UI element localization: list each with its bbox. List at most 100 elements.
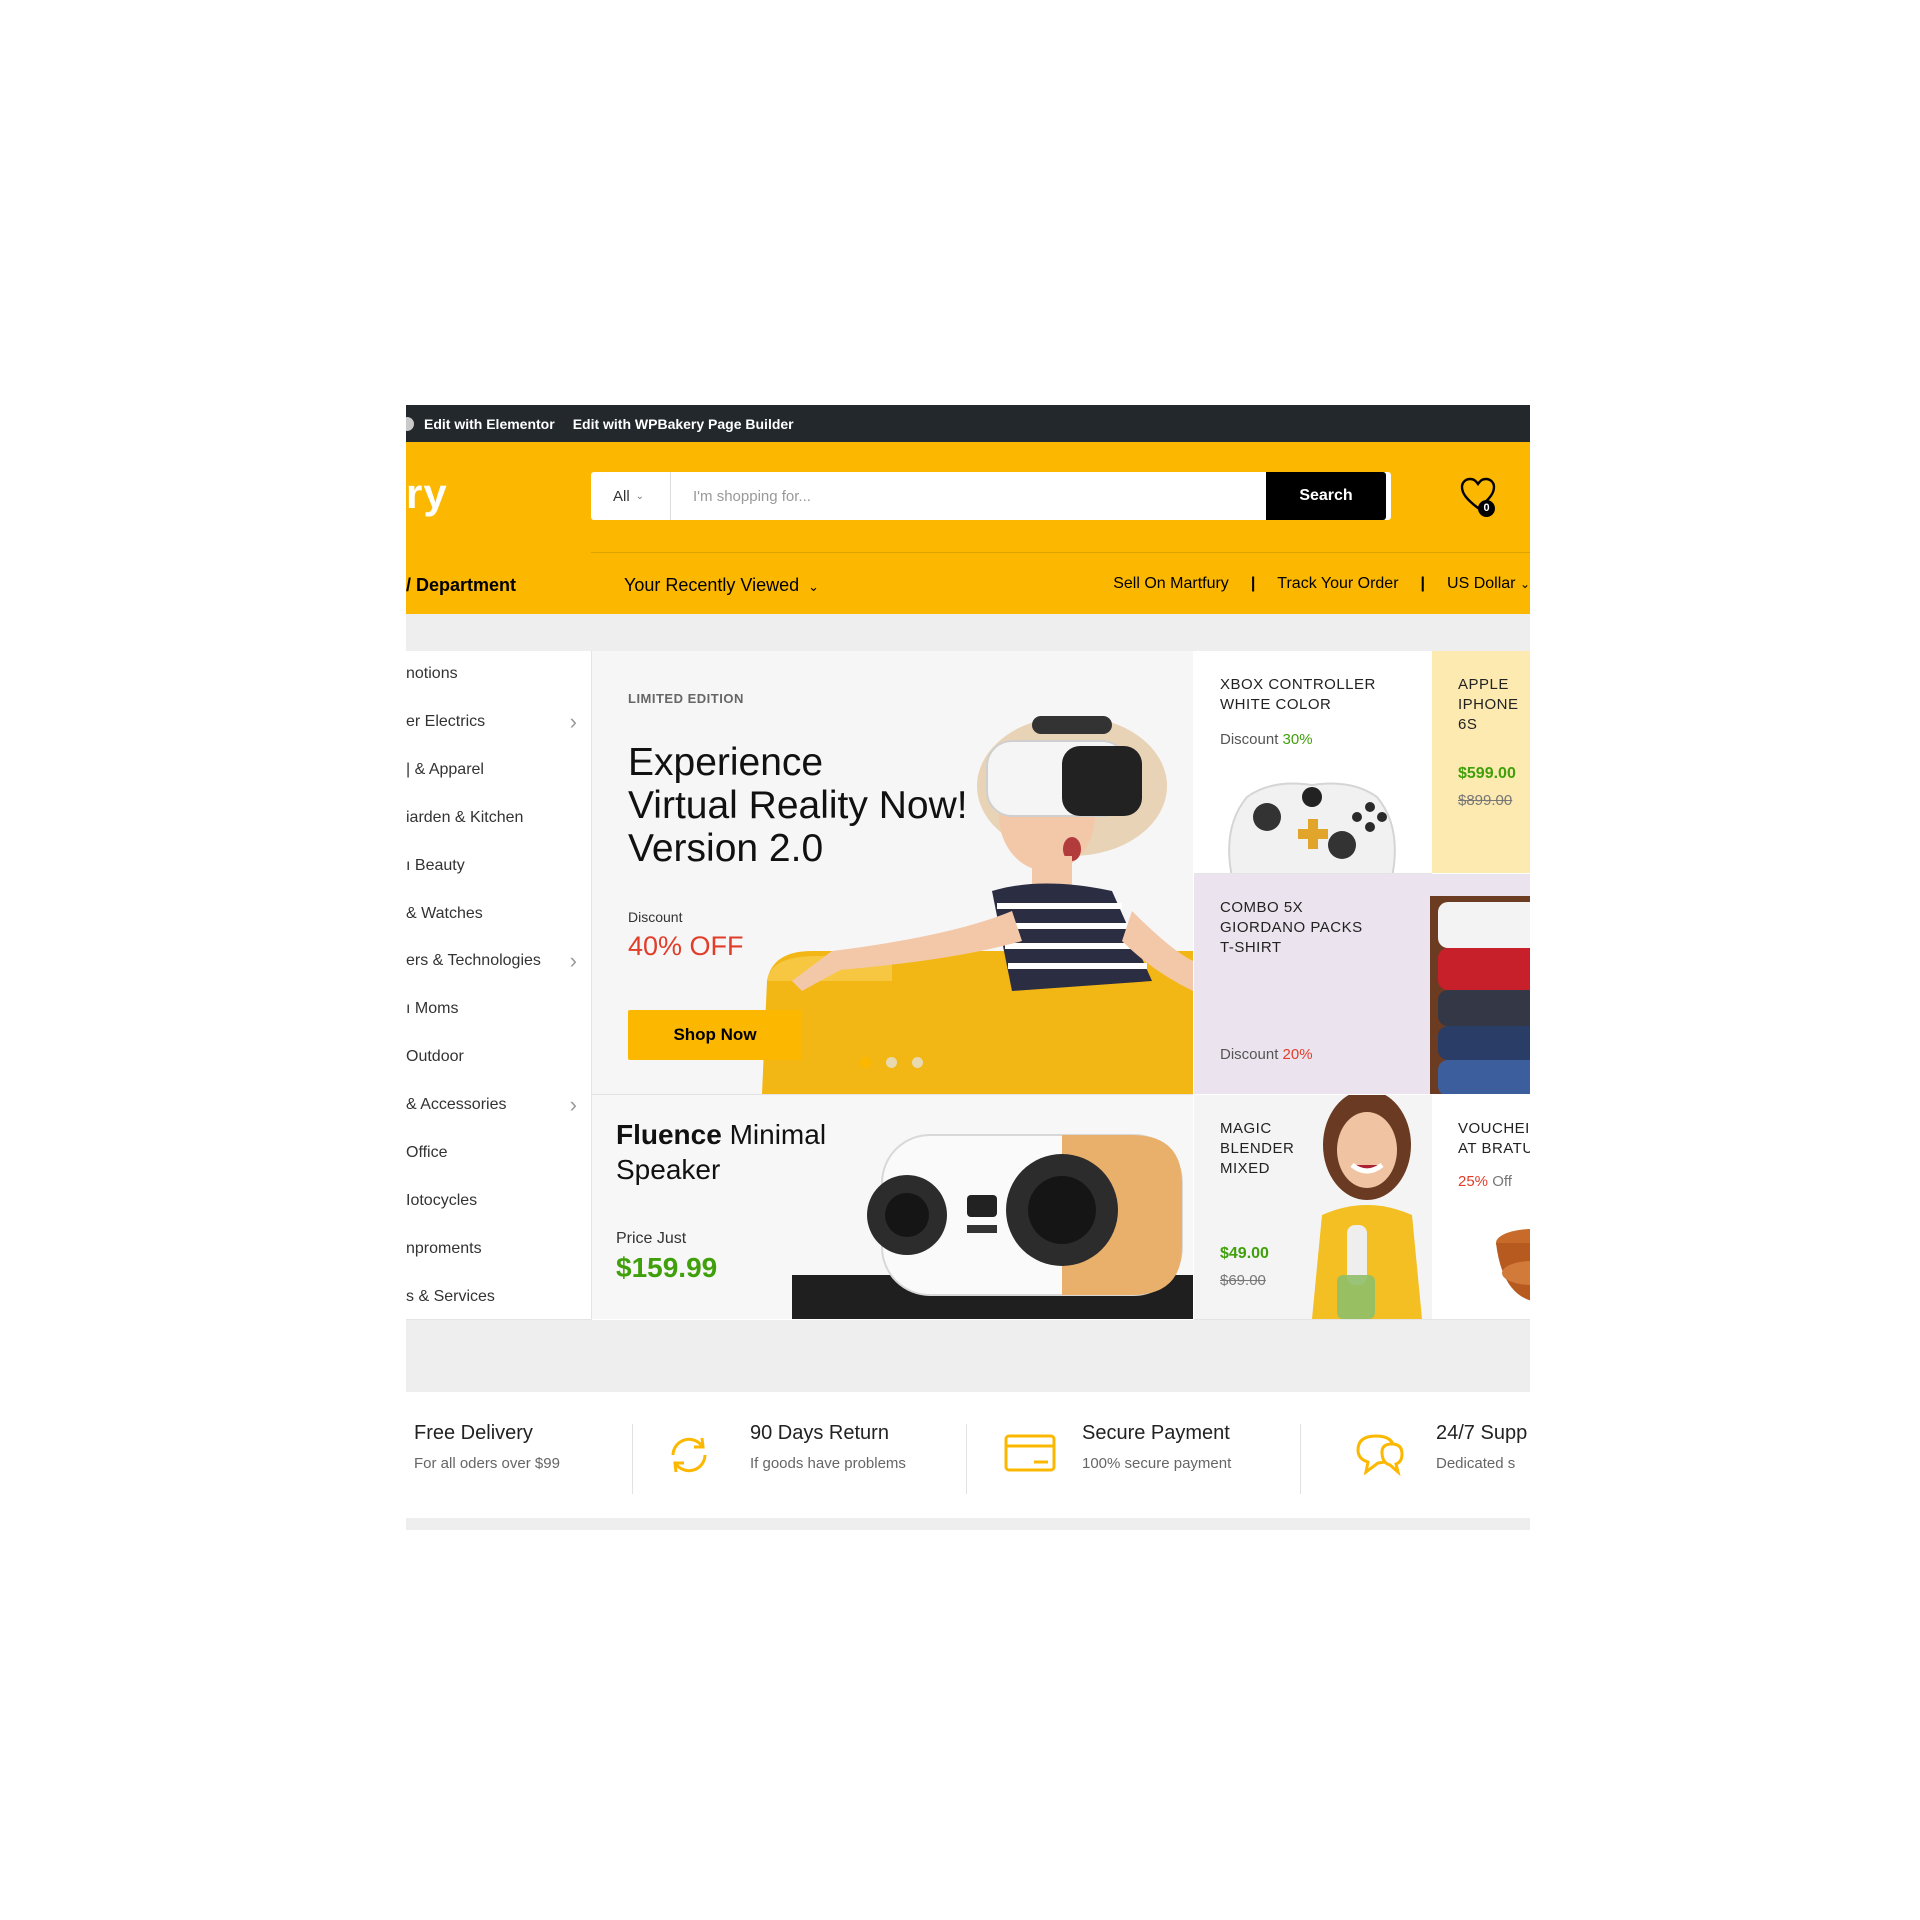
chevron-down-icon: ⌄ [808,579,820,594]
promo-title: VOUCHEI AT BRATU [1458,1119,1530,1159]
hero-title-line: Experience [628,741,824,784]
sidebar-category-label: iarden & Kitchen [406,808,524,826]
sidebar-category-label: Iotocycles [406,1191,478,1209]
hero-slider: LIMITED EDITION Experience Virtual Reali… [592,651,1193,1095]
promo-discount-value: 20% [1282,1046,1313,1063]
hero-discount-value: 40% OFF [628,931,744,961]
admin-bar: Edit with Elementor Edit with WPBakery P… [406,405,1530,442]
sidebar-category-item[interactable]: ı Moms [406,994,591,1024]
currency-label: US Dollar [1447,575,1516,592]
feature-90-days-return: 90 Days Return If goods have problems [664,1422,964,1492]
promo-discount-value: 30% [1282,731,1313,748]
promo-title-line: WHITE COLOR [1220,696,1332,713]
promo-title-line: XBOX CONTROLLER [1220,676,1376,693]
search-button[interactable]: Search [1266,472,1386,520]
site-header: ry All ⌄ Search 0 / Department Your Rece… [406,442,1530,614]
sidebar-category-label: s & Services [406,1287,495,1305]
promo-xbox-controller[interactable]: XBOX CONTROLLER WHITE COLOR Discount 30% [1194,651,1432,874]
sidebar-category-item[interactable]: er Electrics › [406,707,591,737]
speaker-title-line2: Speaker [616,1154,721,1185]
sidebar-category-item[interactable]: Office [406,1138,591,1168]
feature-subtitle: For all oders over $99 [414,1455,560,1472]
edit-elementor-link[interactable]: Edit with Elementor [424,416,555,432]
promo-voucher[interactable]: VOUCHEI AT BRATU 25% Off [1432,1095,1530,1320]
currency-dropdown[interactable]: US Dollar ⌄ [1447,575,1530,593]
link-separator: | [1250,575,1256,592]
sidebar-category-label: | & Apparel [406,760,484,778]
sidebar-category-item[interactable]: ers & Technologies › [406,946,591,976]
promo-old-price: $899.00 [1458,792,1513,809]
sidebar-category-item[interactable]: nproments [406,1234,591,1264]
sidebar-category-label: & Accessories [406,1096,507,1114]
sidebar-category-item[interactable]: s & Services [406,1282,591,1312]
promo-title: APPLE IPHONE 6S [1458,675,1519,735]
sidebar-category-item[interactable]: & Watches [406,899,591,929]
category-select[interactable]: All ⌄ [591,472,671,520]
hero-discount-label: Discount [628,909,683,925]
feature-divider [1300,1424,1301,1494]
promo-fluence-speaker[interactable]: Fluence Minimal Speaker Price Just $159.… [592,1095,1193,1319]
chevron-down-icon: ⌄ [1519,577,1530,591]
slider-dot[interactable] [886,1057,897,1068]
chevron-down-icon: ⌄ [635,490,645,502]
edit-wpbakery-link[interactable]: Edit with WPBakery Page Builder [573,416,794,432]
promo-apple-iphone[interactable]: APPLE IPHONE 6S $599.00 $899.00 [1432,651,1530,873]
sell-on-martfury-link[interactable]: Sell On Martfury [1113,575,1229,593]
hero-title-line: Version 2.0 [628,827,824,870]
wordpress-icon[interactable] [406,416,414,431]
feature-subtitle: If goods have problems [750,1455,906,1472]
search-input[interactable] [671,472,1266,520]
promo-discount: Discount 20% [1220,1046,1313,1063]
slider-dot[interactable] [860,1057,871,1068]
hero-title-line: Virtual Reality Now! [628,784,968,827]
hero-kicker: LIMITED EDITION [628,691,744,706]
promo-discount: 25% Off [1458,1173,1512,1190]
shop-now-button[interactable]: Shop Now [628,1010,802,1060]
sidebar-category-label: ı Moms [406,1000,459,1018]
promo-title-line: GIORDANO PACKS [1220,919,1363,936]
spacer-strip [406,614,1530,651]
features-bar: Free Delivery For all oders over $99 90 … [406,1392,1530,1518]
xbox-controller-image [1228,782,1396,873]
promo-title-line: VOUCHEI [1458,1120,1530,1137]
shop-by-department[interactable]: / Department [406,575,516,596]
sidebar-category-item[interactable]: | & Apparel [406,755,591,785]
spacer-strip [406,1320,1530,1392]
chat-icon [1356,1434,1404,1476]
speaker-price: $159.99 [616,1252,718,1283]
sidebar-category-item[interactable]: & Accessories › [406,1090,591,1120]
sidebar-category-item[interactable]: Iotocycles [406,1186,591,1216]
sidebar-category-label: Office [406,1144,448,1161]
sidebar-category-item[interactable]: iarden & Kitchen [406,803,591,833]
category-select-value: All [613,487,630,505]
track-order-link[interactable]: Track Your Order [1277,575,1398,593]
sidebar-category-item[interactable]: ı Beauty [406,851,591,881]
promo-old-price: $69.00 [1220,1272,1266,1289]
promo-title-line: MAGIC [1220,1120,1272,1137]
site-logo[interactable]: ry [406,470,448,518]
recently-viewed-dropdown[interactable]: Your Recently Viewed ⌄ [624,575,819,596]
feature-divider [966,1424,967,1494]
sidebar-category-item[interactable]: Outdoor [406,1042,591,1072]
wishlist-button[interactable]: 0 [1458,474,1498,518]
sidebar-category-label: Outdoor [406,1048,464,1066]
chevron-right-icon: › [569,1092,577,1118]
promo-title-line: 6S [1458,716,1478,733]
search-bar: All ⌄ Search [591,472,1391,520]
slider-dot[interactable] [912,1057,923,1068]
chevron-right-icon: › [569,948,577,974]
browser-screenshot: Edit with Elementor Edit with WPBakery P… [406,405,1530,1530]
promo-discount-suffix: Off [1492,1173,1512,1190]
spacer-strip [406,1518,1530,1530]
speaker-title-bold: Fluence [616,1119,722,1150]
link-separator: | [1420,575,1426,592]
header-top-links: Sell On Martfury | Track Your Order | US… [1113,575,1530,593]
promo-price: $599.00 [1458,765,1516,782]
feature-title: 90 Days Return [750,1422,889,1444]
promo-giordano-tshirt[interactable]: COMBO 5X GIORDANO PACKS T-SHIRT Discount… [1194,874,1530,1094]
sidebar-category-label: ı Beauty [406,856,465,874]
feature-divider [632,1424,633,1494]
promo-title-line: COMBO 5X [1220,899,1304,916]
promo-magic-blender[interactable]: MAGIC BLENDER MIXED $49.00 $69.00 [1194,1095,1432,1320]
sidebar-category-item[interactable]: notions [406,659,591,689]
